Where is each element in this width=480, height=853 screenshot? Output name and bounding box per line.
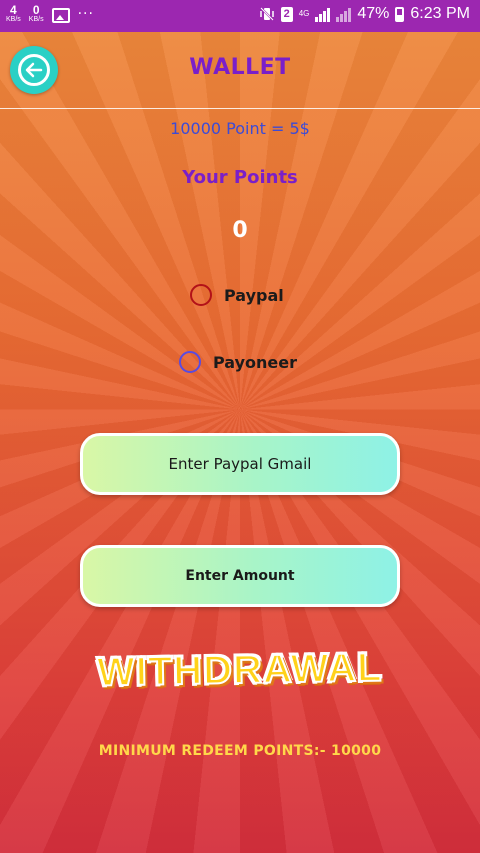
sim-indicator: 2 (280, 6, 293, 22)
battery-percent: 47% (357, 5, 390, 22)
signal-bars-2-icon (336, 6, 352, 22)
paypal-email-input[interactable]: Enter Paypal Gmail (80, 433, 400, 495)
conversion-rate-text: 10000 Point = 5$ (170, 119, 310, 138)
page-title: WALLET (189, 55, 291, 80)
amount-placeholder: Enter Amount (185, 568, 295, 584)
status-bar: 4 KB/s 0 KB/s ··· 2 4G 47% 6:23 PM (0, 0, 480, 32)
gallery-notification-icon (51, 8, 70, 23)
paypal-radio[interactable] (190, 284, 212, 306)
payoneer-option[interactable]: Payoneer (179, 351, 297, 373)
paypal-email-placeholder: Enter Paypal Gmail (168, 455, 312, 473)
more-notifications-icon: ··· (77, 6, 94, 22)
withdrawal-button[interactable]: WITHDRAWAL (0, 645, 480, 696)
download-speed: 0 KB/s (28, 3, 44, 23)
your-points-label: Your Points (182, 167, 298, 188)
clock: 6:23 PM (410, 5, 470, 22)
minimum-redeem-text: MINIMUM REDEEM POINTS:- 10000 (98, 743, 382, 759)
points-value: 0 (232, 218, 248, 243)
vibrate-mute-icon (259, 7, 274, 21)
upload-speed: 4 KB/s (6, 3, 21, 23)
payoneer-radio[interactable] (179, 351, 201, 373)
payoneer-label: Payoneer (213, 352, 298, 372)
battery-icon (395, 6, 405, 22)
paypal-label: Paypal (224, 285, 284, 305)
header-divider (0, 108, 480, 109)
paypal-option[interactable]: Paypal (190, 284, 284, 306)
withdrawal-label: WITHDRAWAL (96, 645, 384, 696)
signal-bars-icon (315, 6, 331, 22)
amount-input[interactable]: Enter Amount (80, 545, 400, 607)
network-type: 4G (298, 9, 310, 18)
